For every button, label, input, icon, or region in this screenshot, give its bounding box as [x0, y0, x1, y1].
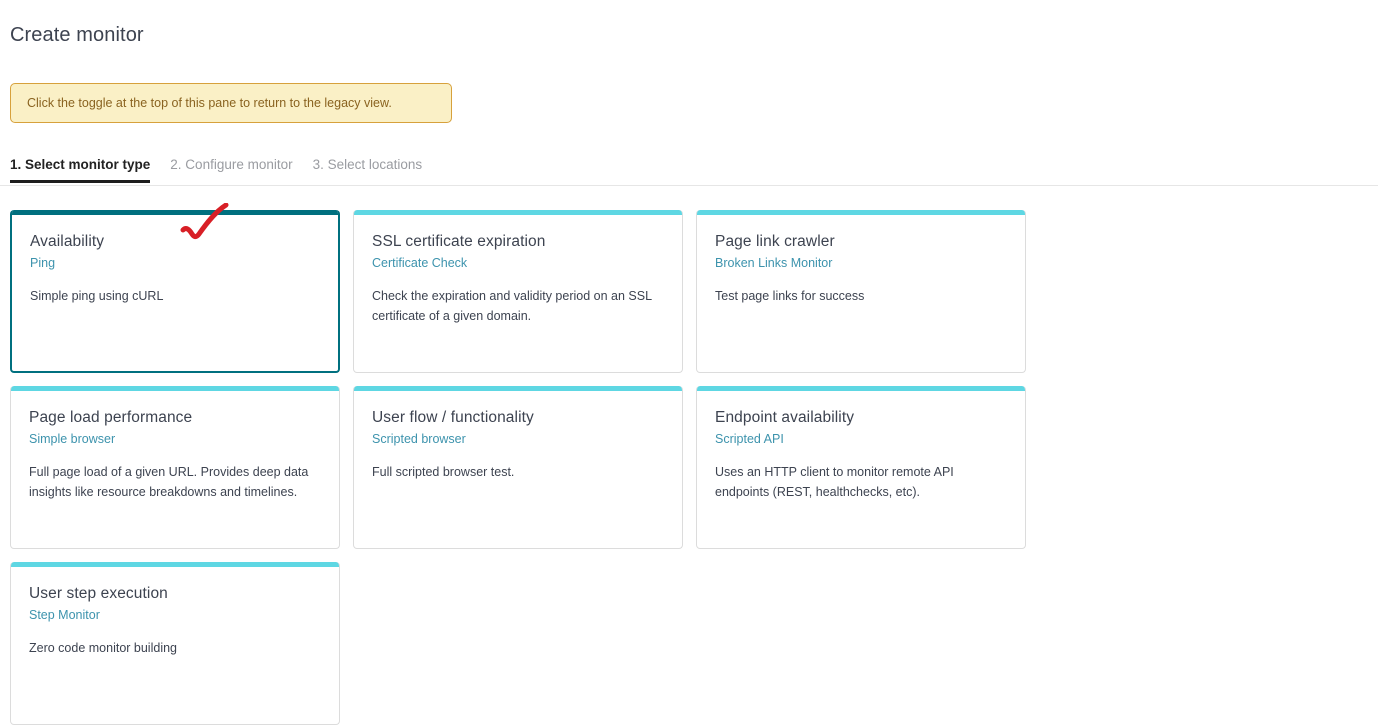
page-title: Create monitor: [10, 24, 144, 47]
monitor-type-card-page-load-performance[interactable]: Page load performance Simple browser Ful…: [10, 386, 340, 549]
card-title: User step execution: [29, 585, 168, 602]
card-description: Full page load of a given URL. Provides …: [29, 465, 309, 499]
card-description: Test page links for success: [715, 289, 865, 304]
card-description: Simple ping using cURL: [30, 289, 164, 304]
card-title: Availability: [30, 233, 105, 250]
monitor-type-card-user-flow-functionality[interactable]: User flow / functionality Scripted brows…: [353, 386, 683, 549]
wizard-step-tabs: 1. Select monitor type 2. Configure moni…: [10, 155, 442, 183]
legacy-view-notice-banner: Click the toggle at the top of this pane…: [10, 83, 452, 123]
tab-select-locations[interactable]: 3. Select locations: [313, 157, 423, 183]
card-subtitle: Scripted API: [715, 432, 784, 447]
monitor-type-card-endpoint-availability[interactable]: Endpoint availability Scripted API Uses …: [696, 386, 1026, 549]
card-subtitle: Step Monitor: [29, 608, 100, 623]
monitor-type-card-grid: Availability Ping Simple ping using cURL…: [10, 210, 1368, 725]
card-subtitle: Scripted browser: [372, 432, 466, 447]
card-description: Check the expiration and validity period…: [372, 289, 652, 323]
card-subtitle: Certificate Check: [372, 256, 468, 271]
monitor-type-card-availability[interactable]: Availability Ping Simple ping using cURL: [10, 210, 340, 373]
tabs-divider: [0, 185, 1378, 186]
tab-configure-monitor[interactable]: 2. Configure monitor: [170, 157, 292, 183]
card-description: Zero code monitor building: [29, 641, 177, 656]
monitor-type-card-user-step-execution[interactable]: User step execution Step Monitor Zero co…: [10, 562, 340, 725]
card-subtitle: Ping: [30, 256, 56, 271]
card-title: SSL certificate expiration: [372, 233, 546, 250]
monitor-type-card-page-link-crawler[interactable]: Page link crawler Broken Links Monitor T…: [696, 210, 1026, 373]
card-description: Full scripted browser test.: [372, 465, 515, 480]
card-title: Page load performance: [29, 409, 193, 426]
card-description: Uses an HTTP client to monitor remote AP…: [715, 465, 954, 499]
tab-select-monitor-type[interactable]: 1. Select monitor type: [10, 157, 151, 183]
card-subtitle: Broken Links Monitor: [715, 256, 833, 271]
card-subtitle: Simple browser: [29, 432, 116, 447]
card-title: Endpoint availability: [715, 409, 855, 426]
legacy-view-notice-text: Click the toggle at the top of this pane…: [27, 95, 392, 110]
monitor-type-card-ssl-certificate-expiration[interactable]: SSL certificate expiration Certificate C…: [353, 210, 683, 373]
card-title: Page link crawler: [715, 233, 835, 250]
card-title: User flow / functionality: [372, 409, 534, 426]
